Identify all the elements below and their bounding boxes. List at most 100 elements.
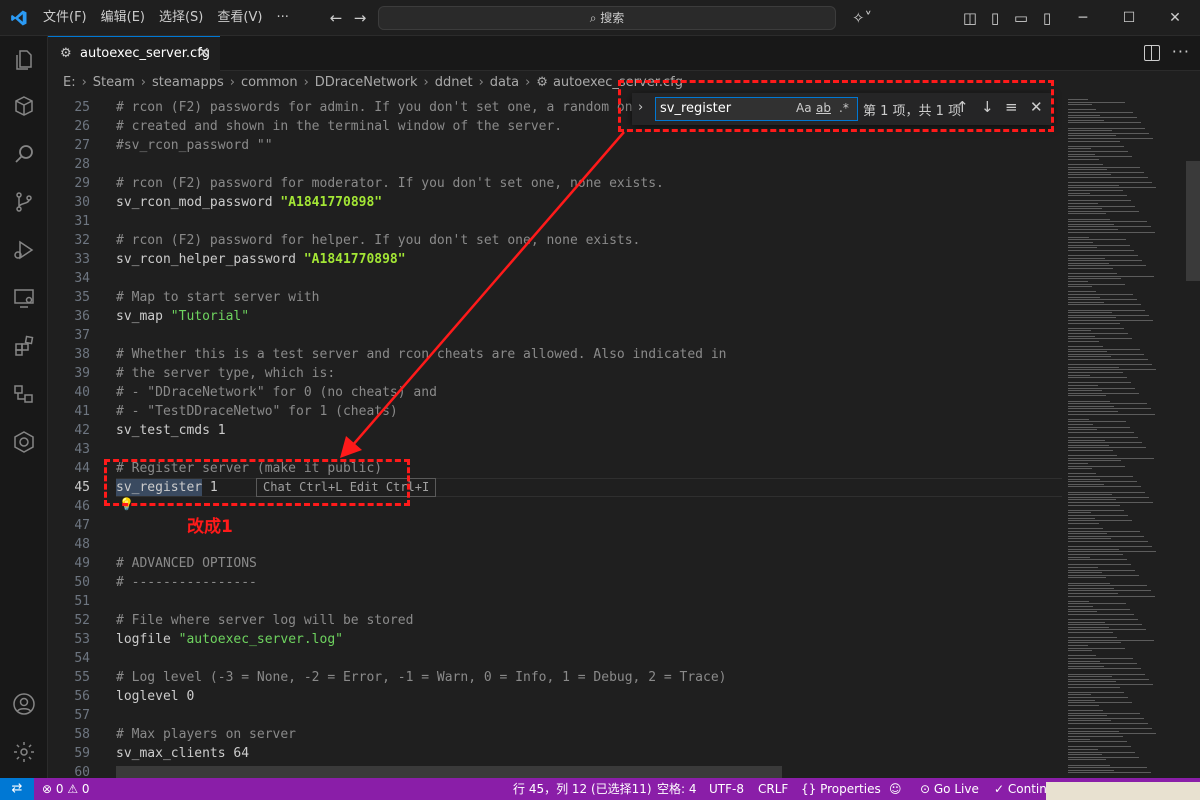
breadcrumb-item[interactable]: data: [490, 75, 519, 90]
minimap-line: [1068, 338, 1132, 340]
minimap-line: [1068, 663, 1137, 665]
minimap-line: [1068, 348, 1140, 350]
minimap-line: [1068, 444, 1109, 446]
account-icon[interactable]: [12, 692, 36, 716]
minimize-button[interactable]: ─: [1060, 0, 1106, 36]
minimap-line: [1068, 751, 1135, 753]
back-arrow-icon[interactable]: ←: [326, 8, 346, 28]
config-key: sv_rcon_helper_password: [116, 252, 304, 267]
minimap-line: [1068, 772, 1151, 774]
minimap-line: [1068, 122, 1141, 124]
menu-item[interactable]: 编辑(E): [94, 0, 152, 36]
minimap-line: [1068, 658, 1133, 659]
cursor-position[interactable]: 行 45，列 12 (已选择11): [513, 778, 652, 800]
minimap-line: [1068, 572, 1102, 574]
minimap-line: [1068, 400, 1110, 402]
code-line: sv_rcon_mod_password "A1841770898": [116, 193, 382, 212]
explorer-icon[interactable]: [12, 48, 36, 72]
minimap[interactable]: [1062, 93, 1200, 778]
minimap-line: [1068, 213, 1106, 215]
command-search-box[interactable]: ⌕ 搜索: [378, 6, 836, 30]
menu-item[interactable]: 选择(S): [152, 0, 210, 36]
copilot-icon[interactable]: ✧˅: [848, 8, 876, 28]
minimap-line: [1068, 340, 1099, 342]
toggle-sidebar-icon[interactable]: ▯: [985, 8, 1005, 28]
indentation[interactable]: 空格: 4: [657, 778, 697, 800]
problems-indicator[interactable]: ⊗ 0 ⚠ 0: [42, 778, 90, 800]
minimap-line: [1068, 221, 1147, 223]
minimap-line: [1068, 756, 1139, 758]
minimap-line: [1068, 613, 1134, 615]
breadcrumb-item[interactable]: Steam: [93, 75, 135, 90]
tab-autoexec-server[interactable]: ⚙ autoexec_server.cfg ✕: [48, 36, 220, 71]
minimap-line: [1068, 171, 1144, 173]
code-editor[interactable]: 25 # rcon (F2) passwords for admin. If yo…: [48, 93, 1062, 778]
breadcrumb-item[interactable]: steamapps: [152, 75, 224, 90]
tab-close-icon[interactable]: ✕: [198, 45, 210, 61]
line-number: 50: [74, 575, 90, 590]
minimap-line: [1068, 356, 1111, 358]
minimap-line: [1068, 754, 1102, 756]
split-editor-icon[interactable]: [1144, 45, 1160, 61]
line-ending[interactable]: CRLF: [758, 778, 788, 800]
encoding[interactable]: UTF-8: [709, 778, 744, 800]
menu-item[interactable]: 文件(F): [36, 0, 94, 36]
minimap-line: [1068, 554, 1123, 555]
minimap-line: [1068, 205, 1135, 207]
breadcrumb-item[interactable]: E:: [63, 75, 76, 90]
search-sidebar-icon[interactable]: [12, 142, 36, 166]
minimap-line: [1068, 330, 1091, 332]
minimap-line: [1068, 502, 1153, 503]
minimap-line: [1068, 411, 1118, 412]
maximize-button[interactable]: ☐: [1106, 0, 1152, 36]
source-control-icon[interactable]: [12, 190, 36, 214]
copilot-status-icon[interactable]: ☺: [889, 778, 902, 800]
minimap-line: [1068, 681, 1116, 683]
minimap-line: [1068, 431, 1134, 433]
minimap-line: [1068, 158, 1099, 160]
minimap-line: [1068, 408, 1151, 410]
line-number: 28: [74, 157, 90, 172]
minimap-line: [1068, 395, 1106, 397]
customize-layout-icon[interactable]: ◫: [960, 8, 980, 28]
minimap-line: [1068, 699, 1095, 701]
minimap-line: [1068, 317, 1116, 319]
more-actions-icon[interactable]: ···: [1172, 42, 1190, 61]
extensions-icon[interactable]: [12, 334, 36, 358]
menu-item[interactable]: 查看(V): [210, 0, 269, 36]
minimap-line: [1068, 468, 1092, 470]
go-live-button[interactable]: ⊙ Go Live: [920, 778, 979, 800]
minimap-line: [1068, 299, 1137, 301]
title-bar: 文件(F) 编辑(E) 选择(S) 查看(V) ··· ← → ⌕ 搜索 ✧˅ ◫ ▯ …: [0, 0, 1200, 36]
forward-arrow-icon[interactable]: →: [350, 8, 370, 28]
code-line: logfile "autoexec_server.log": [116, 630, 343, 649]
minimap-line: [1068, 390, 1102, 392]
minimap-line: [1068, 759, 1106, 761]
package-icon[interactable]: [12, 94, 36, 118]
menu-item[interactable]: ···: [269, 0, 295, 36]
minimap-line: [1068, 392, 1139, 394]
settings-gear-icon[interactable]: [12, 740, 36, 764]
minimap-line: [1068, 296, 1100, 298]
accounts-tree-icon[interactable]: [12, 382, 36, 406]
remote-window-icon[interactable]: ⇄: [0, 778, 34, 800]
chat-extension-icon[interactable]: [12, 430, 36, 454]
minimap-line: [1068, 577, 1106, 579]
breadcrumb-item[interactable]: common: [241, 75, 298, 90]
warning-icon: ⚠: [67, 782, 82, 796]
horizontal-scrollbar-thumb[interactable]: [116, 766, 782, 778]
continue-button[interactable]: ✓ Contin: [994, 778, 1047, 800]
language-mode[interactable]: {} Properties: [801, 778, 881, 800]
vertical-scrollbar-thumb[interactable]: [1186, 161, 1200, 281]
breadcrumb-item[interactable]: DDraceNetwork: [315, 75, 418, 90]
toggle-panel-icon[interactable]: ▭: [1011, 8, 1031, 28]
remote-explorer-icon[interactable]: [12, 286, 36, 310]
toggle-secondary-sidebar-icon[interactable]: ▯: [1037, 8, 1057, 28]
close-window-button[interactable]: ✕: [1152, 0, 1198, 36]
minimap-line: [1068, 697, 1128, 698]
minimap-line: [1068, 424, 1093, 425]
minimap-line: [1068, 668, 1141, 670]
run-debug-icon[interactable]: [12, 238, 36, 262]
breadcrumb-item[interactable]: ddnet: [435, 75, 473, 90]
minimap-line: [1068, 717, 1144, 719]
